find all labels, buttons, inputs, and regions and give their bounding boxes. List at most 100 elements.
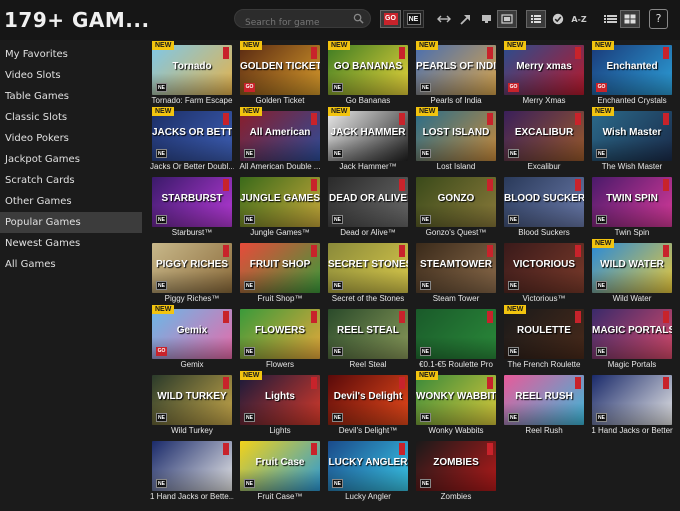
game-thumbnail[interactable]: GONZO NE (416, 177, 496, 227)
game-thumbnail[interactable]: Wish Master NE (592, 111, 672, 161)
info-tab-icon[interactable] (575, 113, 581, 125)
game-tile[interactable]: Tornado NE NEW Tornado: Farm Escape (150, 41, 234, 105)
game-name[interactable]: €0.1-€5 Roulette Pro (414, 360, 498, 369)
game-tile[interactable]: Devil's Delight NE Devil's Delight™ (326, 371, 410, 435)
info-tab-icon[interactable] (663, 377, 669, 389)
info-tab-icon[interactable] (223, 377, 229, 389)
game-thumbnail[interactable]: FLOWERS NE (240, 309, 320, 359)
verified-filter-button[interactable] (549, 10, 567, 28)
game-thumbnail[interactable]: NE (152, 441, 232, 491)
info-tab-icon[interactable] (487, 47, 493, 59)
game-tile[interactable]: GONZO NE Gonzo's Quest™ (414, 173, 498, 237)
game-name[interactable]: Victorious™ (502, 294, 586, 303)
game-name[interactable]: Wild Turkey (150, 426, 234, 435)
info-tab-icon[interactable] (311, 179, 317, 191)
game-thumbnail[interactable]: LUCKY ANGLER NE (328, 441, 408, 491)
info-tab-icon[interactable] (399, 311, 405, 323)
grid-view-button[interactable] (620, 10, 640, 28)
game-thumbnail[interactable]: Lights NE (240, 375, 320, 425)
game-tile[interactable]: Merry xmas GO NEW Merry Xmas (502, 41, 586, 105)
game-thumbnail[interactable]: FRUIT SHOP NE (240, 243, 320, 293)
info-tab-icon[interactable] (487, 179, 493, 191)
game-tile[interactable]: FRUIT SHOP NE Fruit Shop™ (238, 239, 322, 303)
game-name[interactable]: Go Bananas (326, 96, 410, 105)
game-tile[interactable]: FLOWERS NE Flowers (238, 305, 322, 369)
game-name[interactable]: Starburst™ (150, 228, 234, 237)
info-tab-icon[interactable] (487, 377, 493, 389)
game-thumbnail[interactable]: Enchanted GO (592, 45, 672, 95)
game-name[interactable]: Lost Island (414, 162, 498, 171)
sidebar-item-video-pokers[interactable]: Video Pokers (0, 128, 142, 149)
game-thumbnail[interactable]: WILD TURKEY NE (152, 375, 232, 425)
game-name[interactable]: Devil's Delight™ (326, 426, 410, 435)
game-tile[interactable]: LOST ISLAND NE NEW Lost Island (414, 107, 498, 171)
game-tile[interactable]: REEL STEAL NE Reel Steal (326, 305, 410, 369)
game-thumbnail[interactable]: PEARLS OF INDIA NE (416, 45, 496, 95)
search-input[interactable] (245, 14, 350, 32)
info-tab-icon[interactable] (575, 179, 581, 191)
game-tile[interactable]: PIGGY RICHES NE Piggy Riches™ (150, 239, 234, 303)
game-tile[interactable]: MAGIC PORTALS NE Magic Portals (590, 305, 674, 369)
info-tab-icon[interactable] (311, 47, 317, 59)
game-name[interactable]: Golden Ticket (238, 96, 322, 105)
game-tile[interactable]: STARBURST NE Starburst™ (150, 173, 234, 237)
game-name[interactable]: Fruit Case™ (238, 492, 322, 501)
game-name[interactable]: Fruit Shop™ (238, 294, 322, 303)
game-tile[interactable]: REEL RUSH NE Reel Rush (502, 371, 586, 435)
game-name[interactable]: Pearls of India (414, 96, 498, 105)
info-tab-icon[interactable] (311, 311, 317, 323)
info-tab-icon[interactable] (223, 311, 229, 323)
game-name[interactable]: Twin Spin (590, 228, 674, 237)
game-tile[interactable]: EXCALIBUR NE Excalibur (502, 107, 586, 171)
info-tab-icon[interactable] (663, 113, 669, 125)
game-tile[interactable]: NE €0.1-€5 Roulette Pro (414, 305, 498, 369)
game-tile[interactable]: WONKY WABBITS NE NEW Wonky Wabbits (414, 371, 498, 435)
game-name[interactable]: Reel Steal (326, 360, 410, 369)
game-name[interactable]: Gonzo's Quest™ (414, 228, 498, 237)
game-name[interactable]: Gemix (150, 360, 234, 369)
info-tab-icon[interactable] (575, 311, 581, 323)
game-tile[interactable]: Gemix GO NEW Gemix (150, 305, 234, 369)
game-tile[interactable]: Wish Master NE NEW The Wish Master (590, 107, 674, 171)
game-tile[interactable]: GOLDEN TICKET GO NEW Golden Ticket (238, 41, 322, 105)
game-name[interactable]: Jack Hammer™ (326, 162, 410, 171)
resize-button[interactable] (435, 10, 453, 28)
game-tile[interactable]: JUNGLE GAMES NE Jungle Games™ (238, 173, 322, 237)
game-tile[interactable]: All American NE NEW All American Double ... (238, 107, 322, 171)
view-small-button[interactable] (477, 10, 495, 28)
info-tab-icon[interactable] (223, 443, 229, 455)
info-tab-icon[interactable] (487, 311, 493, 323)
game-name[interactable]: 1 Hand Jacks or Bette... (150, 492, 234, 501)
info-tab-icon[interactable] (663, 179, 669, 191)
game-tile[interactable]: VICTORIOUS NE Victorious™ (502, 239, 586, 303)
game-thumbnail[interactable]: JACKS OR BETTER NE (152, 111, 232, 161)
game-thumbnail[interactable]: JUNGLE GAMES NE (240, 177, 320, 227)
game-tile[interactable]: SECRET STONES NE Secret of the Stones (326, 239, 410, 303)
info-tab-icon[interactable] (223, 245, 229, 257)
game-thumbnail[interactable]: Tornado NE (152, 45, 232, 95)
game-name[interactable]: Wonky Wabbits (414, 426, 498, 435)
game-thumbnail[interactable]: BLOOD SUCKERS NE (504, 177, 584, 227)
game-thumbnail[interactable]: SECRET STONES NE (328, 243, 408, 293)
sidebar-item-table-games[interactable]: Table Games (0, 86, 142, 107)
game-thumbnail[interactable]: TWIN SPIN NE (592, 177, 672, 227)
game-name[interactable]: Magic Portals (590, 360, 674, 369)
sidebar-item-my-favorites[interactable]: My Favorites (0, 44, 142, 65)
info-tab-icon[interactable] (663, 311, 669, 323)
game-name[interactable]: 1 Hand Jacks or Better (590, 426, 674, 435)
game-thumbnail[interactable]: Gemix GO (152, 309, 232, 359)
game-name[interactable]: Reel Rush (502, 426, 586, 435)
game-name[interactable]: Wild Water (590, 294, 674, 303)
game-thumbnail[interactable]: ZOMBIES NE (416, 441, 496, 491)
info-tab-icon[interactable] (399, 47, 405, 59)
search-box[interactable] (234, 9, 371, 32)
game-tile[interactable]: ROULETTE NE NEW The French Roulette (502, 305, 586, 369)
game-tile[interactable]: STEAMTOWER NE Steam Tower (414, 239, 498, 303)
game-thumbnail[interactable]: NE (592, 375, 672, 425)
game-tile[interactable]: BLOOD SUCKERS NE Blood Suckers (502, 173, 586, 237)
game-name[interactable]: Secret of the Stones (326, 294, 410, 303)
info-tab-icon[interactable] (487, 443, 493, 455)
game-tile[interactable]: Enchanted GO NEW Enchanted Crystals (590, 41, 674, 105)
sort-az-button[interactable]: A-Z (569, 10, 589, 28)
search-icon[interactable] (353, 13, 364, 24)
